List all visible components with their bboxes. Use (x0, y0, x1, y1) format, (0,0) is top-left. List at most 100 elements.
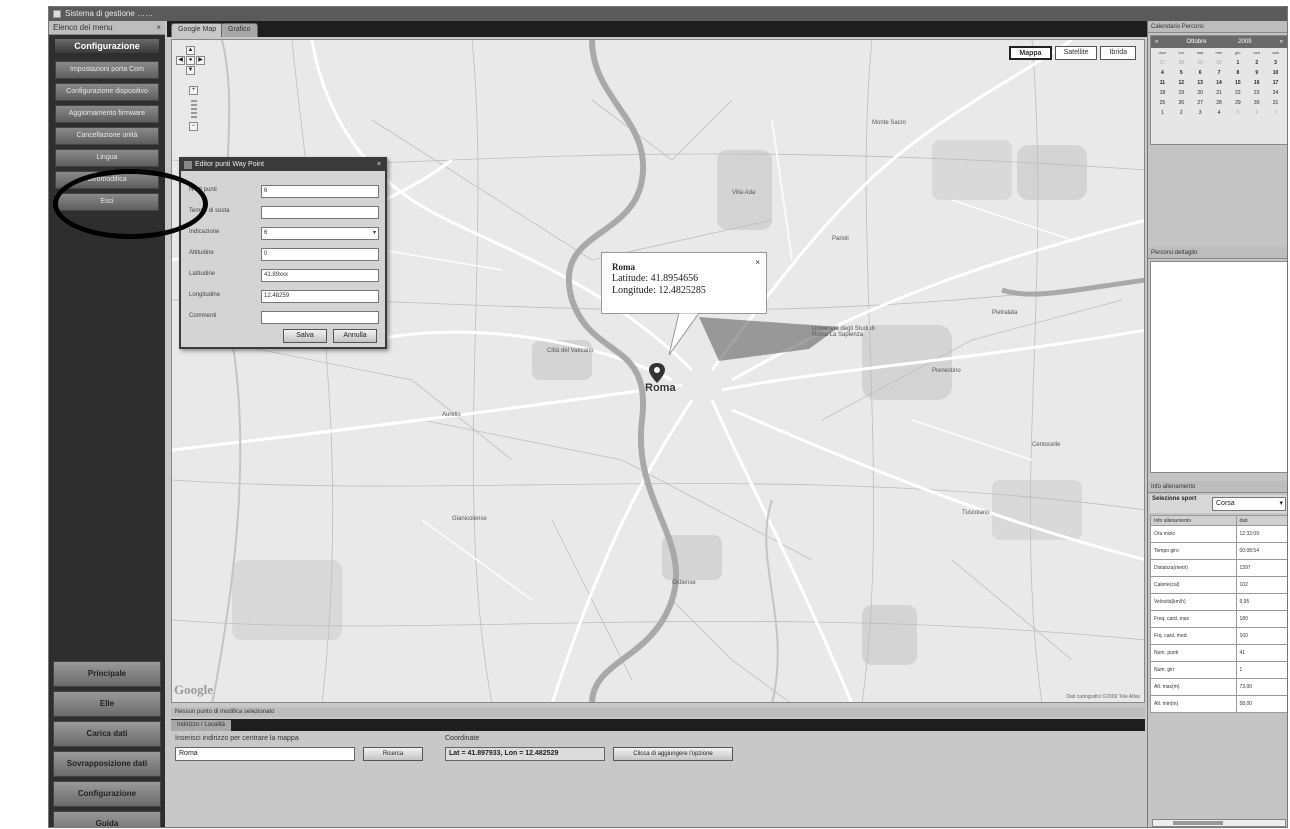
calendar-day[interactable]: 3 (1191, 108, 1210, 118)
calendar-day[interactable]: 28 (1210, 98, 1229, 108)
calendar-day[interactable]: 20 (1191, 88, 1210, 98)
main-menu-load-data[interactable]: Carica dati (53, 721, 161, 747)
sidebar-item-com-port[interactable]: Impostazioni porta Com (55, 61, 159, 79)
calendar-day[interactable]: 5 (1228, 108, 1247, 118)
pan-up-icon[interactable]: ▲ (186, 46, 195, 55)
calendar-day[interactable]: 14 (1210, 78, 1229, 88)
calendar-day[interactable]: 30 (1210, 58, 1229, 68)
calendar-day[interactable]: 4 (1210, 108, 1229, 118)
close-icon[interactable]: × (755, 257, 760, 269)
calendar-day[interactable]: 1 (1153, 108, 1172, 118)
calendar-day[interactable]: 25 (1153, 98, 1172, 108)
save-button[interactable]: Salva (283, 329, 327, 343)
chevron-down-icon[interactable]: ▾ (1279, 498, 1283, 510)
calendar-day[interactable]: 7 (1210, 68, 1229, 78)
comments-field[interactable] (261, 311, 379, 324)
tab-address[interactable]: Indirizzo / Località (171, 720, 232, 731)
sidebar-section-title[interactable]: Configurazione (55, 39, 159, 53)
sidebar-item-language[interactable]: Lingua (55, 149, 159, 167)
zoom-out-icon[interactable]: − (189, 122, 198, 131)
calendar-day[interactable]: 27 (1153, 58, 1172, 68)
search-button[interactable]: Ricerca (363, 747, 423, 761)
calendar-day[interactable]: 9 (1247, 68, 1266, 78)
zoom-slider-tick[interactable] (191, 104, 197, 106)
calendar-day[interactable]: 29 (1228, 98, 1247, 108)
zoom-slider-tick[interactable] (191, 116, 197, 118)
main-menu-help[interactable]: Guida (53, 811, 161, 827)
calendar-day[interactable]: 27 (1191, 98, 1210, 108)
calendar-day[interactable]: 1 (1228, 58, 1247, 68)
calendar-day[interactable]: 28 (1172, 58, 1191, 68)
calendar-day[interactable]: 6 (1247, 108, 1266, 118)
longitude-field[interactable]: 12.48259 (261, 290, 379, 303)
altitude-field[interactable]: 0 (261, 248, 379, 261)
calendar-day[interactable]: 7 (1266, 108, 1285, 118)
table-row: Distanza(metri) 1397 (1150, 559, 1287, 577)
calendar-day[interactable]: 8 (1228, 68, 1247, 78)
chevron-left-icon[interactable]: « (1155, 36, 1158, 48)
zoom-slider-tick[interactable] (191, 108, 197, 110)
stop-time-field[interactable] (261, 206, 379, 219)
chevron-right-icon[interactable]: » (1280, 36, 1283, 48)
calendar-day[interactable]: 21 (1210, 88, 1229, 98)
calendar-day[interactable]: 29 (1191, 58, 1210, 68)
add-option-button[interactable]: Clicca di aggiungere l'opzione (613, 747, 733, 761)
sidebar-item-clear-unit[interactable]: Cancellazione unità (55, 127, 159, 145)
table-header-cell: Info allenamento (1150, 515, 1237, 526)
location-pin-icon[interactable] (649, 363, 665, 383)
calendar-day[interactable]: 2 (1247, 58, 1266, 68)
calendar-day[interactable]: 5 (1172, 68, 1191, 78)
address-input[interactable]: Roma (175, 747, 355, 761)
zoom-slider-tick[interactable] (191, 100, 197, 102)
calendar-day[interactable]: 18 (1153, 88, 1172, 98)
calendar-day[interactable]: 22 (1228, 88, 1247, 98)
horizontal-scrollbar[interactable] (1152, 819, 1286, 827)
calendar-day[interactable]: 10 (1266, 68, 1285, 78)
point-number-field[interactable]: 6 (261, 185, 379, 198)
calendar-day[interactable]: 4 (1153, 68, 1172, 78)
close-icon[interactable]: × (156, 21, 161, 35)
calendar-day[interactable]: 13 (1191, 78, 1210, 88)
main-menu-principale[interactable]: Principale (53, 661, 161, 687)
scrollbar-thumb[interactable] (1173, 821, 1223, 825)
map-type-hybrid-button[interactable]: Ibrida (1100, 46, 1136, 60)
dialog-row: Tempo di sosta (189, 206, 379, 220)
pan-down-icon[interactable]: ▼ (186, 66, 195, 75)
calendar-day[interactable]: 30 (1247, 98, 1266, 108)
sidebar-item-firmware[interactable]: Aggiornamento firmware (55, 105, 159, 123)
sidebar-item-device-config[interactable]: Configurazione dispositivo (55, 83, 159, 101)
main-menu-overlay-data[interactable]: Sovrapposizione dati (53, 751, 161, 777)
records-list[interactable] (1150, 261, 1287, 473)
calendar-day[interactable]: 15 (1228, 78, 1247, 88)
calendar-day[interactable]: 19 (1172, 88, 1191, 98)
indication-select[interactable]: 6 ▾ (261, 227, 379, 240)
calendar-day[interactable]: 6 (1191, 68, 1210, 78)
calendar-day[interactable]: 2 (1172, 108, 1191, 118)
calendar-day[interactable]: 24 (1266, 88, 1285, 98)
calendar-day[interactable]: 3 (1266, 58, 1285, 68)
sport-select[interactable]: Corsa ▾ (1212, 497, 1286, 511)
zoom-slider-tick[interactable] (191, 112, 197, 114)
zoom-in-icon[interactable]: + (189, 86, 198, 95)
sidebar: Elenco dei menu × Configurazione Imposta… (49, 21, 165, 827)
pan-left-icon[interactable]: ◀ (176, 56, 185, 65)
calendar-day[interactable]: 23 (1247, 88, 1266, 98)
map-type-satellite-button[interactable]: Satellite (1054, 46, 1098, 60)
pan-center-icon[interactable]: ● (186, 56, 195, 65)
cancel-button[interactable]: Annulla (333, 329, 377, 343)
tab-google-map[interactable]: Google Map (171, 23, 224, 37)
calendar-day[interactable]: 26 (1172, 98, 1191, 108)
tab-graph[interactable]: Grafico (221, 23, 258, 37)
main-menu-configuration[interactable]: Configurazione (53, 781, 161, 807)
chevron-down-icon[interactable]: ▾ (373, 228, 376, 239)
calendar-day[interactable]: 31 (1266, 98, 1285, 108)
latitude-field[interactable]: 41.89xxx (261, 269, 379, 282)
calendar-day[interactable]: 11 (1153, 78, 1172, 88)
calendar-day[interactable]: 12 (1172, 78, 1191, 88)
calendar-day[interactable]: 16 (1247, 78, 1266, 88)
map-type-map-button[interactable]: Mappa (1009, 46, 1052, 60)
pan-right-icon[interactable]: ▶ (196, 56, 205, 65)
close-icon[interactable]: × (377, 159, 381, 171)
main-menu-file[interactable]: Elle (53, 691, 161, 717)
calendar-day[interactable]: 17 (1266, 78, 1285, 88)
